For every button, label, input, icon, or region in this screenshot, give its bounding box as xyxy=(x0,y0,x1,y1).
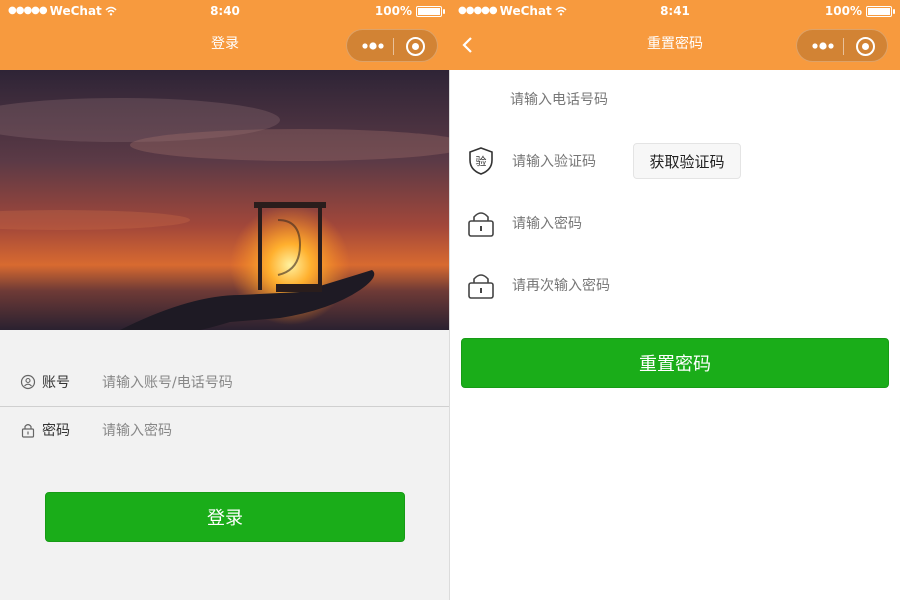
phone-row[interactable]: 请输入电话号码 xyxy=(450,75,900,125)
battery-icon xyxy=(866,5,895,17)
get-code-button[interactable]: 获取验证码 xyxy=(633,143,741,179)
battery-percent: 100% xyxy=(374,4,412,18)
user-icon xyxy=(20,374,36,390)
more-dots-icon[interactable] xyxy=(811,38,835,54)
shield-icon: 验 xyxy=(469,147,493,175)
padlock-icon xyxy=(468,212,494,237)
padlock-icon xyxy=(468,274,494,299)
menu-capsule xyxy=(346,29,438,62)
capsule-divider xyxy=(843,38,844,55)
more-dots-icon[interactable] xyxy=(361,38,385,54)
login-header: ●●●●● WeChat 8:40 100% 登录 xyxy=(0,0,450,70)
new-password-row[interactable]: 请输入密码 xyxy=(450,198,900,248)
account-input[interactable]: 请输入账号/电话号码 xyxy=(102,372,233,392)
confirm-password-row[interactable]: 请再次输入密码 xyxy=(450,260,900,310)
capsule-close-icon[interactable] xyxy=(406,37,425,56)
status-right: 100% xyxy=(374,3,445,19)
reset-header: ●●●●● WeChat 8:41 100% 重置密码 xyxy=(450,0,900,70)
new-password-input[interactable]: 请输入密码 xyxy=(512,213,582,233)
confirm-password-input[interactable]: 请再次输入密码 xyxy=(512,275,610,295)
shield-text: 验 xyxy=(476,154,487,168)
code-input[interactable]: 请输入验证码 xyxy=(512,151,596,171)
capsule-divider xyxy=(393,38,394,55)
password-row[interactable]: 密码 请输入密码 xyxy=(0,406,450,454)
reset-password-button[interactable]: 重置密码 xyxy=(461,338,889,388)
phone-input[interactable]: 请输入电话号码 xyxy=(510,89,608,109)
battery-percent: 100% xyxy=(824,4,862,18)
battery-icon xyxy=(416,5,445,17)
login-screen: ●●●●● WeChat 8:40 100% 登录 账号 请输入账号/电话号码 … xyxy=(0,0,450,600)
account-row[interactable]: 账号 请输入账号/电话号码 xyxy=(0,358,450,406)
account-label: 账号 xyxy=(42,375,70,391)
login-button[interactable]: 登录 xyxy=(45,492,405,542)
reset-screen: ●●●●● WeChat 8:41 100% 重置密码 请输入电话号码 验 请输… xyxy=(450,0,900,600)
status-right: 100% xyxy=(824,3,895,19)
password-label: 密码 xyxy=(42,423,70,439)
menu-capsule xyxy=(796,29,888,62)
password-input[interactable]: 请输入密码 xyxy=(102,420,172,440)
capsule-close-icon[interactable] xyxy=(856,37,875,56)
banner-image xyxy=(0,70,450,330)
code-row[interactable]: 验 请输入验证码 获取验证码 xyxy=(450,136,900,186)
lock-icon xyxy=(21,424,35,438)
